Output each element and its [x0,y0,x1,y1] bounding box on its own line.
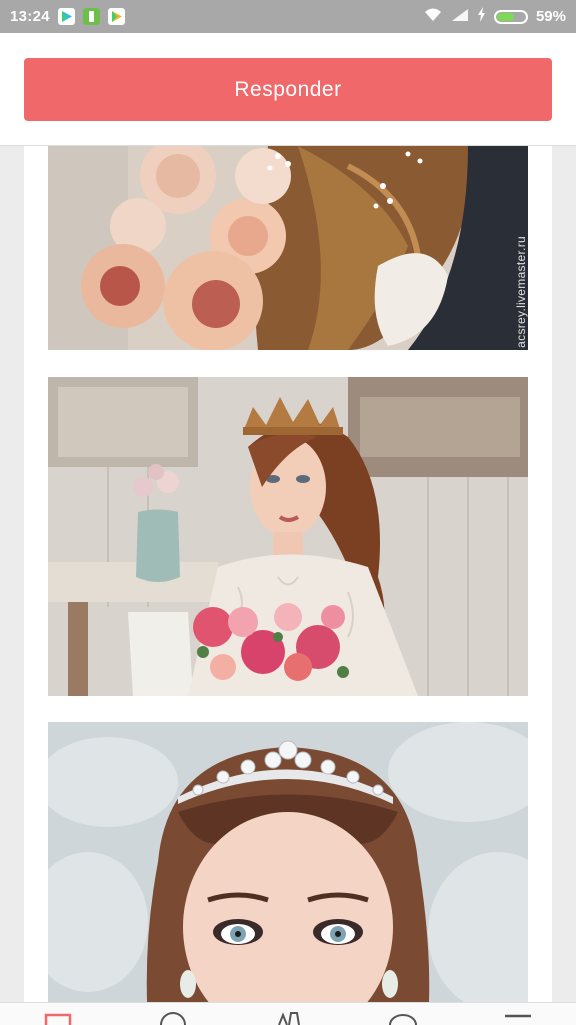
post-photo-peonies[interactable]: acsrey.livemaster.ru [48,146,528,350]
tab-home-icon[interactable] [43,1003,73,1025]
battery-icon [493,9,528,24]
post-photo-bride-tiara[interactable] [48,722,528,1004]
play-store-icon [57,8,75,25]
reply-header: Responder [0,33,576,146]
tab-search-icon[interactable] [158,1003,188,1025]
battery-percent: 59% [535,8,566,25]
post-photo-bride-crown[interactable] [48,377,528,696]
signal-icon [451,8,469,26]
wifi-icon [423,7,443,26]
charging-icon [477,7,486,26]
status-time: 13:24 [10,8,50,25]
play-store-icon [107,8,125,25]
tab-chat-icon[interactable] [388,1003,418,1025]
status-bar: 13:24 59% [0,0,576,33]
post-content: acsrey.livemaster.ru [24,146,552,1004]
reply-button[interactable]: Responder [24,58,552,121]
tab-menu-icon[interactable] [503,1003,533,1025]
battery-saver-icon [82,8,100,25]
photo-watermark: acsrey.livemaster.ru [514,236,528,348]
bottom-navigation [0,1002,576,1025]
tab-vendors-icon[interactable] [273,1003,303,1025]
